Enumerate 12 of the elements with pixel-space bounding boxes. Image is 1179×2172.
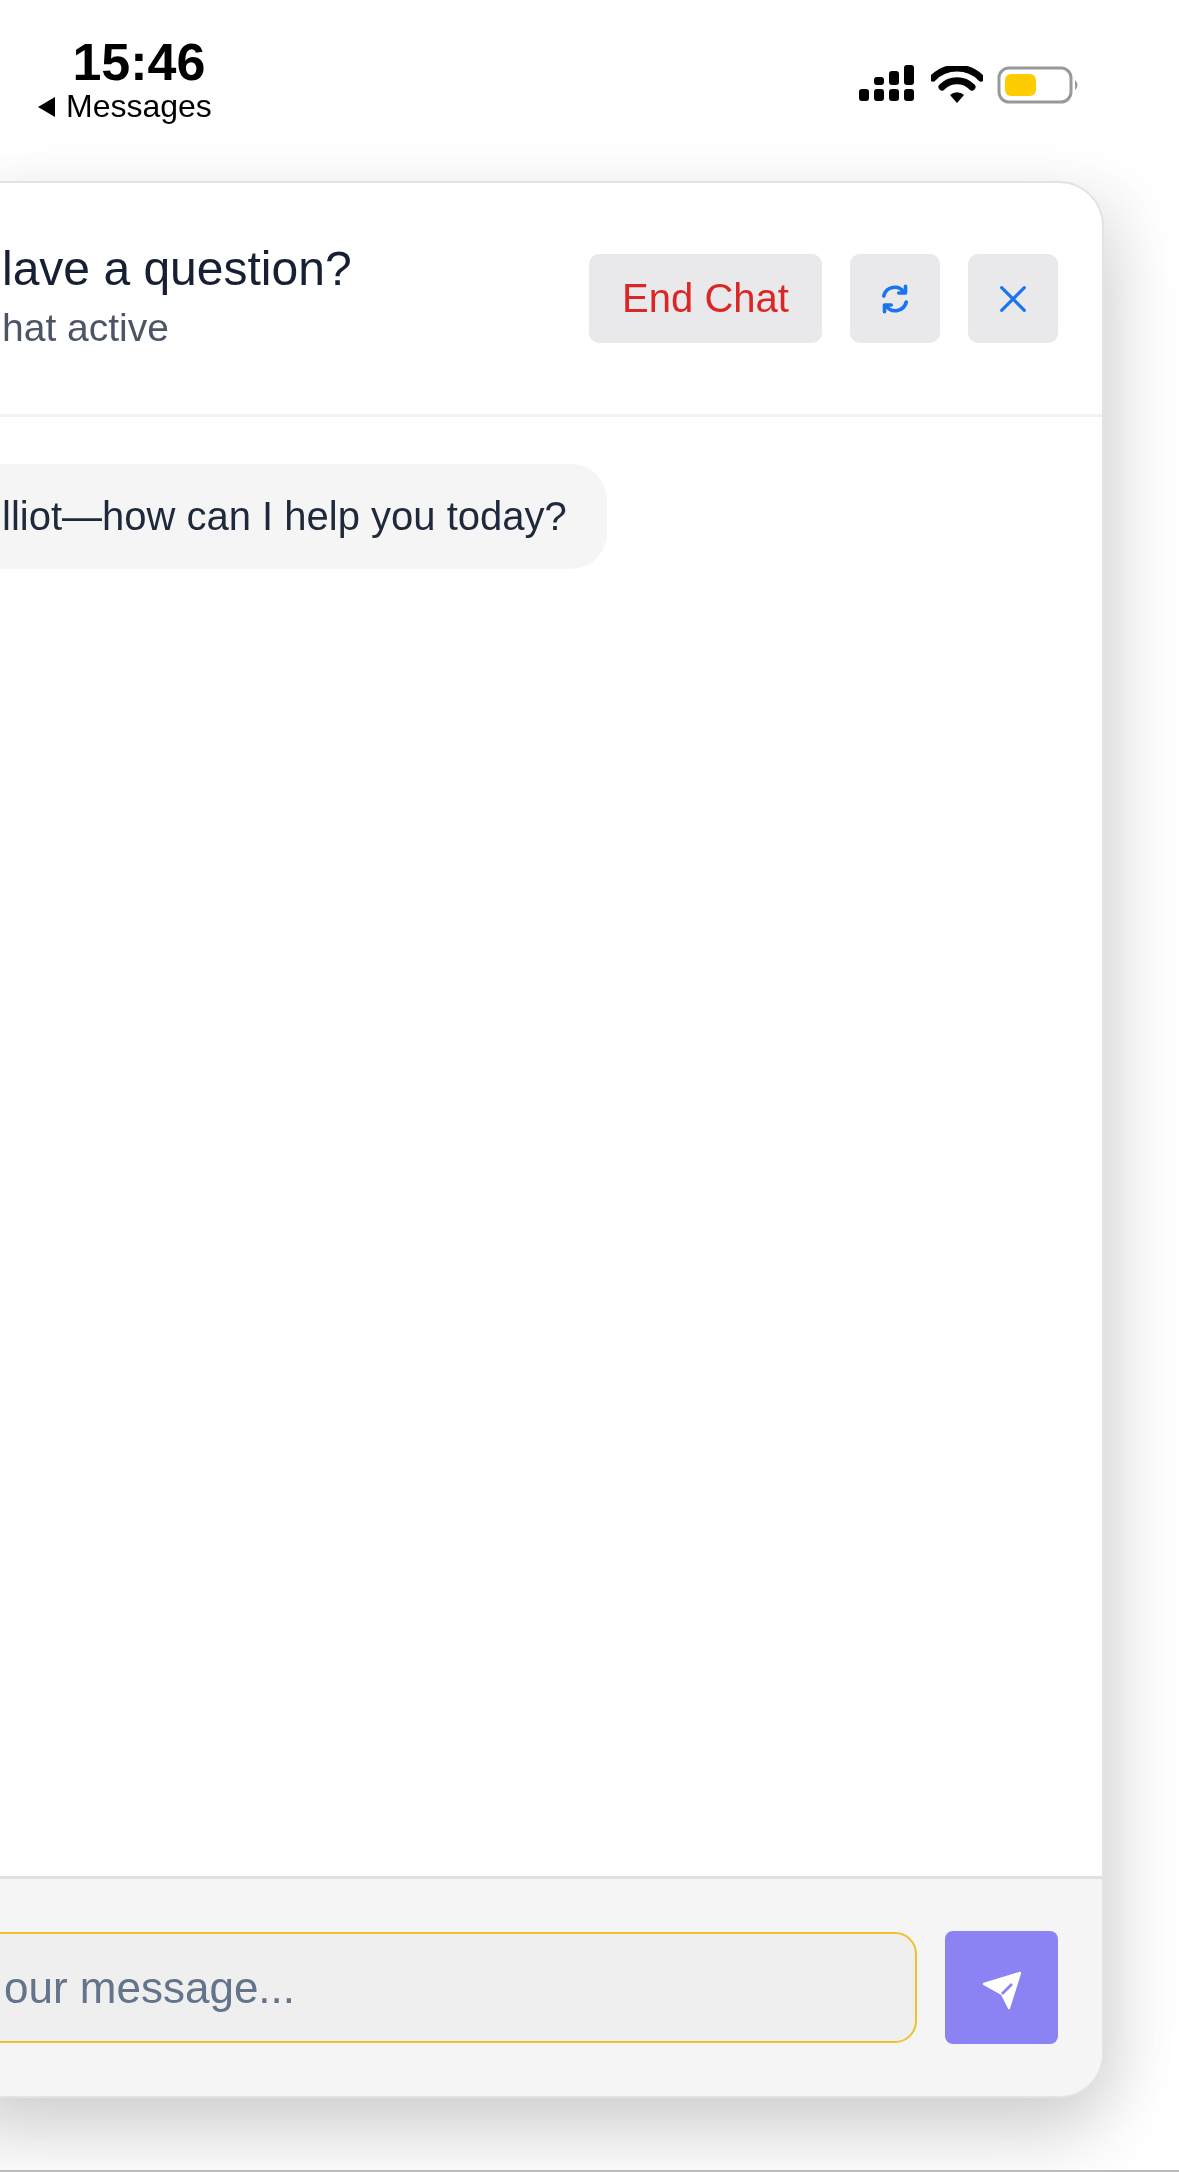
refresh-button[interactable] bbox=[850, 254, 940, 343]
back-link[interactable]: Messages bbox=[66, 88, 212, 125]
message-bubble: lliot—how can I help you today? bbox=[0, 464, 607, 569]
close-button[interactable] bbox=[968, 254, 1058, 343]
chat-status: hat active bbox=[2, 306, 170, 350]
end-chat-button[interactable]: End Chat bbox=[589, 254, 822, 343]
message-input[interactable]: our message... bbox=[0, 1932, 917, 2043]
chat-title: lave a question? bbox=[2, 241, 352, 296]
wifi-icon bbox=[931, 66, 983, 104]
back-arrow-icon bbox=[36, 95, 56, 118]
send-button[interactable] bbox=[945, 1931, 1058, 2044]
status-time: 15:46 bbox=[71, 36, 206, 88]
